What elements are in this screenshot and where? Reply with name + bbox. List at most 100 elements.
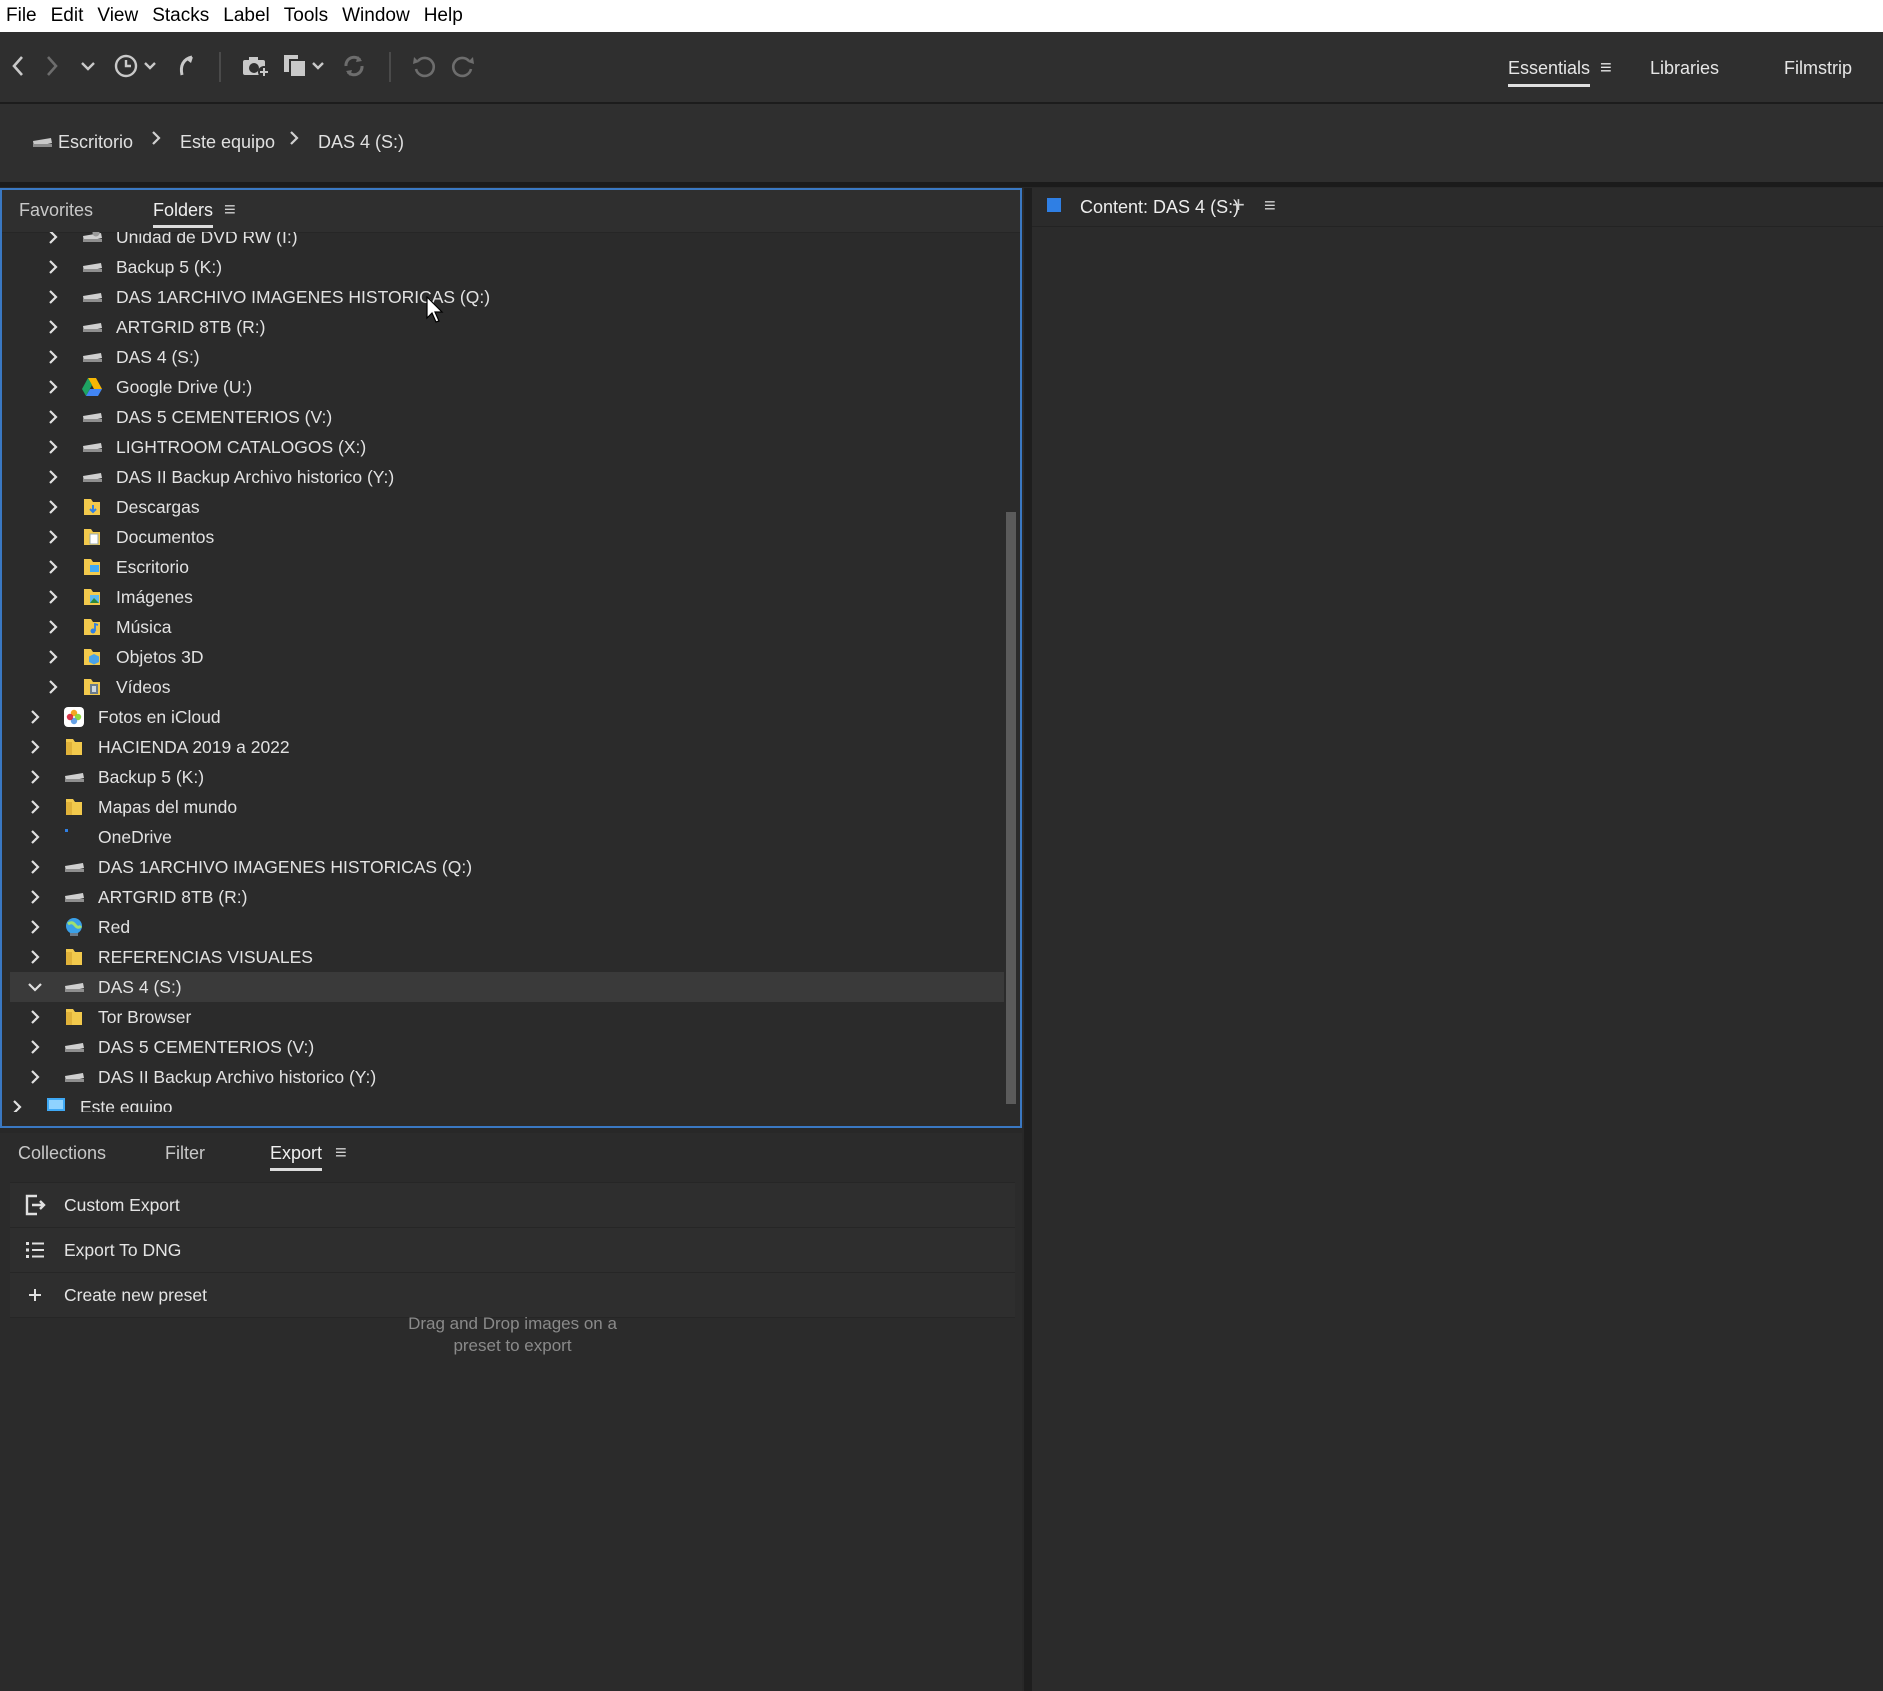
chevron-right-icon[interactable] [46,232,60,244]
breadcrumb-escritorio[interactable]: Escritorio [30,128,133,156]
folder-tree-row[interactable]: DAS II Backup Archivo historico (Y:) [10,462,1004,492]
breadcrumb-das4[interactable]: DAS 4 (S:) [318,128,404,156]
refine-icon[interactable] [340,48,368,84]
chevron-right-icon[interactable] [46,440,60,454]
chevron-right-icon[interactable] [28,1010,42,1024]
copy-to-folder-icon[interactable] [282,48,328,84]
folder-tree-row[interactable]: Descargas [10,492,1004,522]
folder-tree-row[interactable]: DAS 1ARCHIVO IMAGENES HISTORICAS (Q:) [10,282,1004,312]
chevron-right-icon[interactable] [28,860,42,874]
chevron-right-icon[interactable] [46,500,60,514]
menu-stacks[interactable]: Stacks [146,0,217,32]
folder-tree-row[interactable]: Tor Browser [10,1002,1004,1032]
preset-export-to-dng[interactable]: Export To DNG [10,1227,1015,1272]
create-new-preset-button[interactable]: Create new preset [10,1272,1015,1318]
folder-tree-row[interactable]: DAS II Backup Archivo historico (Y:) [10,1062,1004,1092]
menu-edit[interactable]: Edit [45,0,92,32]
chevron-right-icon[interactable] [46,380,60,394]
tab-folders[interactable]: Folders [153,198,214,228]
folder-tree-row[interactable]: Fotos en iCloud [10,702,1004,732]
panel-menu-icon[interactable]: ≡ [335,1141,347,1165]
chevron-right-icon[interactable] [46,410,60,424]
workspace-libraries[interactable]: Libraries [1650,56,1719,80]
chevron-right-icon[interactable] [46,320,60,334]
workspace-essentials[interactable]: Essentials [1508,56,1591,87]
folder-tree-row[interactable]: Este equipo [10,1092,1004,1112]
folder-tree-row[interactable]: HACIENDA 2019 a 2022 [10,732,1004,762]
panel-menu-icon[interactable]: ≡ [1264,194,1276,218]
chevron-down-icon[interactable] [28,980,42,994]
folder-tree-row[interactable]: REFERENCIAS VISUALES [10,942,1004,972]
preset-custom-export[interactable]: Custom Export [10,1182,1015,1227]
chevron-right-icon[interactable] [28,800,42,814]
back-icon[interactable] [6,48,30,84]
rotate-right-icon[interactable] [449,48,477,84]
chevron-right-icon[interactable] [46,560,60,574]
tab-collections[interactable]: Collections [18,1141,106,1165]
folder-tree-row[interactable]: DAS 1ARCHIVO IMAGENES HISTORICAS (Q:) [10,852,1004,882]
folder-tree-row[interactable]: Objetos 3D [10,642,1004,672]
chevron-right-icon[interactable] [46,590,60,604]
recent-history-icon[interactable] [112,48,160,84]
menu-help[interactable]: Help [418,0,471,32]
chevron-right-icon[interactable] [28,950,42,964]
folder-tree-scrollbar[interactable] [1006,236,1016,1110]
chevron-right-icon[interactable] [28,710,42,724]
folder-tree-row[interactable]: Unidad de DVD RW (I:) [10,232,1004,252]
folder-tree-row[interactable]: Google Drive (U:) [10,372,1004,402]
folder-tree-row[interactable]: Backup 5 (K:) [10,252,1004,282]
panel-menu-icon[interactable]: ≡ [224,198,236,222]
folder-tree-row[interactable]: ARTGRID 8TB (R:) [10,882,1004,912]
add-tab-icon[interactable]: + [1232,193,1245,217]
chevron-right-icon[interactable] [46,650,60,664]
chevron-right-icon[interactable] [46,470,60,484]
folder-tree-row[interactable]: DAS 4 (S:) [10,342,1004,372]
boomerang-icon[interactable] [174,48,198,84]
chevron-right-icon[interactable] [28,1070,42,1084]
chevron-right-icon[interactable] [28,1040,42,1054]
rotate-left-icon[interactable] [410,48,438,84]
tab-favorites[interactable]: Favorites [19,198,93,222]
folder-tree-row[interactable]: Imágenes [10,582,1004,612]
menu-window[interactable]: Window [336,0,418,32]
content-tab-title[interactable]: Content: DAS 4 (S:) [1080,195,1239,219]
folder-tree-row[interactable]: Vídeos [10,672,1004,702]
folder-tree-row[interactable]: Escritorio [10,552,1004,582]
folder-tree-row[interactable]: DAS 4 (S:) [10,972,1004,1002]
chevron-right-icon[interactable] [28,890,42,904]
chevron-right-icon[interactable] [28,830,42,844]
chevron-right-icon[interactable] [28,770,42,784]
chevron-right-icon[interactable] [46,260,60,274]
chevron-right-icon[interactable] [10,1100,24,1112]
workspace-menu-icon[interactable]: ≡ [1600,56,1612,80]
scrollbar-thumb[interactable] [1006,512,1016,1104]
folder-tree-row[interactable]: Red [10,912,1004,942]
folder-tree-row[interactable]: Documentos [10,522,1004,552]
menu-tools[interactable]: Tools [278,0,336,32]
folder-tree-row[interactable]: OneDrive [10,822,1004,852]
folder-tree-row[interactable]: ARTGRID 8TB (R:) [10,312,1004,342]
panel-divider[interactable] [1024,188,1032,1691]
chevron-right-icon[interactable] [28,920,42,934]
tab-export[interactable]: Export [270,1141,323,1171]
chevron-right-icon[interactable] [46,530,60,544]
folder-tree-row[interactable]: DAS 5 CEMENTERIOS (V:) [10,402,1004,432]
chevron-right-icon[interactable] [46,680,60,694]
folder-tree-row[interactable]: LIGHTROOM CATALOGOS (X:) [10,432,1004,462]
folder-tree-row[interactable]: Backup 5 (K:) [10,762,1004,792]
camera-import-icon[interactable] [240,48,272,84]
menu-file[interactable]: File [0,0,45,32]
chevron-right-icon[interactable] [46,350,60,364]
tab-filter[interactable]: Filter [165,1141,205,1165]
menu-view[interactable]: View [91,0,146,32]
folder-tree-row[interactable]: DAS 5 CEMENTERIOS (V:) [10,1032,1004,1062]
chevron-right-icon[interactable] [28,740,42,754]
folder-tree-row[interactable]: Música [10,612,1004,642]
chevron-right-icon[interactable] [46,290,60,304]
forward-icon[interactable] [40,48,64,84]
breadcrumb-este-equipo[interactable]: Este equipo [180,128,275,156]
chevron-right-icon[interactable] [46,620,60,634]
workspace-filmstrip[interactable]: Filmstrip [1784,56,1852,80]
chevron-down-icon[interactable] [78,48,98,84]
folder-tree-row[interactable]: Mapas del mundo [10,792,1004,822]
